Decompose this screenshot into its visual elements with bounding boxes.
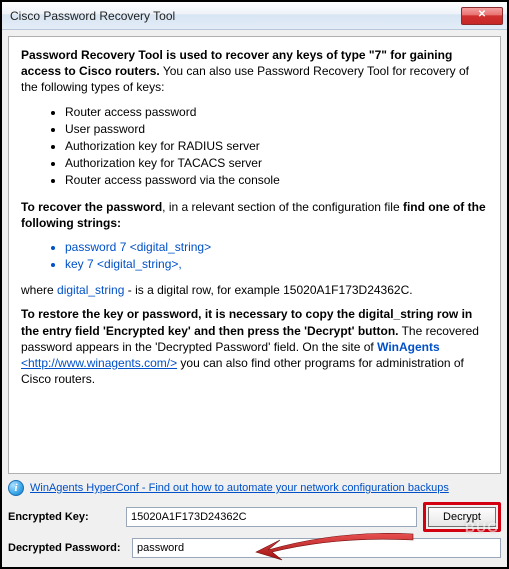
- hyperconf-link[interactable]: WinAgents HyperConf - Find out how to au…: [30, 482, 449, 494]
- encrypted-key-label: Encrypted Key:: [8, 511, 126, 523]
- keytype-list: Router access password User password Aut…: [65, 104, 488, 189]
- decrypted-password-row: Decrypted Password:: [8, 538, 501, 558]
- description-panel: Password Recovery Tool is used to recove…: [8, 36, 501, 474]
- strings-list: password 7 <digital_string> key 7 <digit…: [65, 239, 488, 272]
- list-item: Router access password: [65, 104, 488, 120]
- dialog-window: Cisco Password Recovery Tool ✕ Password …: [0, 0, 509, 569]
- list-item: Authorization key for RADIUS server: [65, 138, 488, 154]
- recover-b1: To recover the password: [21, 200, 162, 214]
- window-title: Cisco Password Recovery Tool: [10, 9, 461, 23]
- decrypt-button[interactable]: Decrypt: [428, 507, 496, 527]
- close-button[interactable]: ✕: [461, 7, 503, 25]
- digital-string-term: digital_string: [57, 283, 124, 297]
- info-icon: i: [8, 480, 24, 496]
- hyperconf-row: i WinAgents HyperConf - Find out how to …: [8, 480, 501, 496]
- where-t1: where: [21, 283, 57, 297]
- list-item: Authorization key for TACACS server: [65, 155, 488, 171]
- close-icon: ✕: [478, 12, 486, 17]
- list-item: Router access password via the console: [65, 172, 488, 188]
- where-paragraph: where digital_string - is a digital row,…: [21, 282, 488, 298]
- list-item: password 7 <digital_string>: [65, 239, 488, 255]
- where-t2: - is a digital row, for example 15020A1F…: [124, 283, 412, 297]
- decrypt-highlight: Decrypt: [423, 502, 501, 532]
- encrypted-key-input[interactable]: [126, 507, 417, 527]
- list-item: User password: [65, 121, 488, 137]
- decrypted-password-input[interactable]: [132, 538, 501, 558]
- recover-paragraph: To recover the password, in a relevant s…: [21, 199, 488, 231]
- decrypted-password-label: Decrypted Password:: [8, 542, 132, 554]
- list-item: key 7 <digital_string>,: [65, 256, 488, 272]
- winagents-link[interactable]: <http://www.winagents.com/>: [21, 356, 177, 370]
- recover-t1: , in a relevant section of the configura…: [162, 200, 403, 214]
- intro-paragraph: Password Recovery Tool is used to recove…: [21, 47, 488, 96]
- winagents-label: WinAgents: [377, 340, 440, 354]
- restore-paragraph: To restore the key or password, it is ne…: [21, 306, 488, 387]
- titlebar[interactable]: Cisco Password Recovery Tool ✕: [2, 2, 507, 30]
- encrypted-key-row: Encrypted Key: Decrypt: [8, 502, 501, 532]
